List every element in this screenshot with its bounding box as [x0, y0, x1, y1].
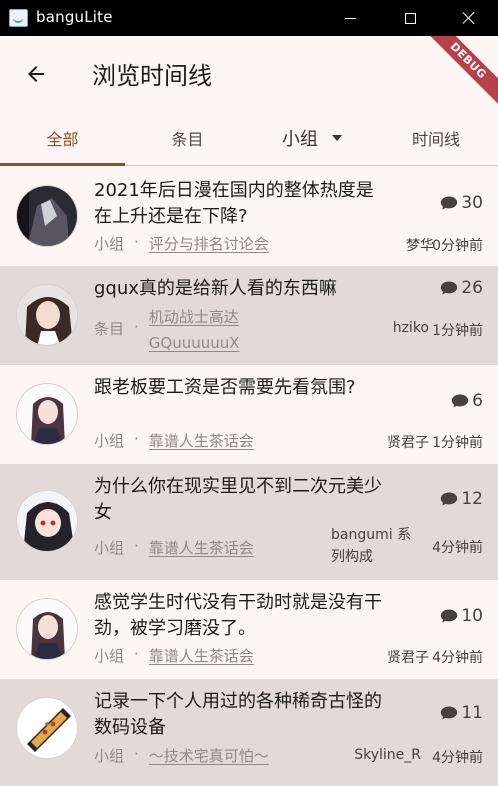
avatar[interactable] — [16, 383, 78, 445]
debug-banner: DEBUG — [418, 36, 498, 116]
tab-label: 小组 — [282, 128, 318, 150]
meta-separator: · — [134, 645, 139, 663]
list-item[interactable]: 记录一下个人用过的各种稀奇古怪的数码设备 小组 · ～技术宅真可怕～ 11 Sk… — [0, 679, 498, 786]
list-item[interactable]: 为什么你在现实里见不到二次元美少女 小组 · 靠谱人生茶话会 12 bangum… — [0, 464, 498, 580]
tab-all[interactable]: 全部 — [0, 110, 125, 165]
meta-separator: · — [134, 318, 139, 336]
post-meta: 小组 · ～技术宅真可怕～ — [94, 745, 269, 766]
comment-count: 10 — [440, 606, 483, 626]
group-link[interactable]: 靠谱人生茶话会 — [149, 537, 254, 558]
comment-bubble-icon — [441, 609, 458, 623]
comment-count-value: 30 — [461, 193, 483, 213]
comment-count: 6 — [451, 391, 483, 411]
avatar[interactable] — [16, 490, 78, 552]
back-button[interactable] — [16, 54, 56, 94]
close-icon — [462, 11, 476, 25]
comment-count: 30 — [440, 193, 483, 213]
comment-count-value: 26 — [461, 278, 483, 298]
close-button[interactable] — [439, 0, 498, 36]
tab-group[interactable]: 小组 — [250, 110, 374, 165]
post-author: 贤君子 — [387, 435, 429, 451]
comment-count-value: 10 — [461, 606, 483, 626]
comment-count-value: 6 — [472, 391, 483, 411]
comment-count-value: 12 — [461, 489, 483, 509]
page-title: 浏览时间线 — [92, 62, 212, 90]
dropdown-arrow-icon — [332, 134, 342, 141]
group-link[interactable]: 机动战士高达GQuuuuuuX — [149, 304, 269, 356]
comment-bubble-icon — [441, 196, 458, 210]
avatar[interactable] — [16, 284, 78, 346]
window-titlebar: banguLite — [0, 0, 498, 36]
post-category: 小组 — [94, 432, 125, 450]
post-time: 1分钟前 — [432, 435, 483, 451]
meta-separator: · — [134, 430, 139, 448]
group-link[interactable]: 靠谱人生茶话会 — [149, 645, 254, 666]
tab-timeline[interactable]: 时间线 — [374, 110, 498, 165]
post-time: 1分钟前 — [432, 323, 483, 339]
post-category: 小组 — [94, 235, 125, 253]
post-title[interactable]: 为什么你在现实里见不到二次元美少女 — [94, 474, 384, 526]
post-time: 4分钟前 — [432, 650, 483, 666]
list-item[interactable]: 感觉学生时代没有干劲时就是没有干劲，被学习磨没了。 小组 · 靠谱人生茶话会 1… — [0, 580, 498, 679]
app-icon — [9, 9, 28, 27]
avatar[interactable] — [16, 697, 78, 759]
tab-label: 条目 — [171, 129, 204, 149]
list-item[interactable]: 跟老板要工资是否需要先看氛围? 小组 · 靠谱人生茶话会 6 贤君子 1分钟前 — [0, 365, 498, 464]
meta-separator: · — [134, 745, 139, 763]
post-author: Skyline_R — [354, 747, 421, 763]
post-time: 0分钟前 — [432, 238, 483, 254]
comment-count: 11 — [440, 703, 483, 723]
tab-indicator — [0, 163, 125, 166]
comment-count: 12 — [440, 489, 483, 509]
post-meta: 小组 · 评分与排名讨论会 — [94, 233, 269, 254]
tab-label: 全部 — [46, 129, 79, 149]
comment-bubble-icon — [441, 281, 458, 295]
meta-separator: · — [134, 537, 139, 555]
comment-bubble-icon — [451, 394, 469, 408]
post-category: 小组 — [94, 539, 125, 557]
post-category: 小组 — [94, 747, 125, 765]
minimize-button[interactable] — [320, 0, 380, 36]
group-link[interactable]: 靠谱人生茶话会 — [149, 430, 254, 451]
post-title[interactable]: 跟老板要工资是否需要先看氛围? — [94, 375, 384, 401]
maximize-button[interactable] — [380, 0, 440, 36]
avatar[interactable] — [16, 598, 78, 660]
post-category: 条目 — [94, 320, 125, 338]
minimize-icon — [344, 17, 356, 19]
post-author: bangumi 系列构成 — [331, 527, 412, 565]
maximize-icon — [404, 12, 416, 24]
window-title: banguLite — [36, 8, 113, 26]
list-item[interactable]: gqux真的是给新人看的东西嘛 条目 · 机动战士高达GQuuuuuuX 26 … — [0, 266, 498, 365]
group-link[interactable]: ～技术宅真可怕～ — [149, 745, 269, 766]
post-title[interactable]: 感觉学生时代没有干劲时就是没有干劲，被学习磨没了。 — [94, 590, 384, 642]
comment-bubble-icon — [441, 492, 458, 506]
list-item[interactable]: 2021年后日漫在国内的整体热度是在上升还是在下降? 小组 · 评分与排名讨论会… — [0, 167, 498, 266]
post-title[interactable]: 2021年后日漫在国内的整体热度是在上升还是在下降? — [94, 178, 384, 230]
post-meta: 小组 · 靠谱人生茶话会 — [94, 537, 254, 558]
app-bar: 浏览时间线 DEBUG — [0, 36, 498, 110]
avatar[interactable] — [16, 185, 78, 247]
post-title[interactable]: 记录一下个人用过的各种稀奇古怪的数码设备 — [94, 689, 384, 741]
tab-label: 时间线 — [411, 129, 460, 149]
debug-label: DEBUG — [419, 36, 498, 110]
post-author: hziko — [392, 320, 429, 336]
tab-items[interactable]: 条目 — [125, 110, 250, 165]
tab-bar: 全部 条目 小组 时间线 — [0, 110, 498, 166]
comment-count: 26 — [440, 278, 483, 298]
meta-separator: · — [134, 233, 139, 251]
comment-bubble-icon — [441, 706, 458, 720]
post-title[interactable]: gqux真的是给新人看的东西嘛 — [94, 276, 384, 302]
post-meta: 小组 · 靠谱人生茶话会 — [94, 645, 254, 666]
group-link[interactable]: 评分与排名讨论会 — [149, 233, 269, 254]
post-meta: 小组 · 靠谱人生茶话会 — [94, 430, 254, 451]
post-meta: 条目 · 机动战士高达GQuuuuuuX — [94, 304, 269, 356]
post-author: 贤君子 — [387, 650, 429, 666]
post-category: 小组 — [94, 647, 125, 665]
post-time: 4分钟前 — [432, 750, 483, 766]
arrow-left-icon — [28, 66, 44, 82]
comment-count-value: 11 — [461, 703, 483, 723]
post-time: 4分钟前 — [432, 540, 483, 556]
post-author: 梦华 — [406, 238, 434, 254]
